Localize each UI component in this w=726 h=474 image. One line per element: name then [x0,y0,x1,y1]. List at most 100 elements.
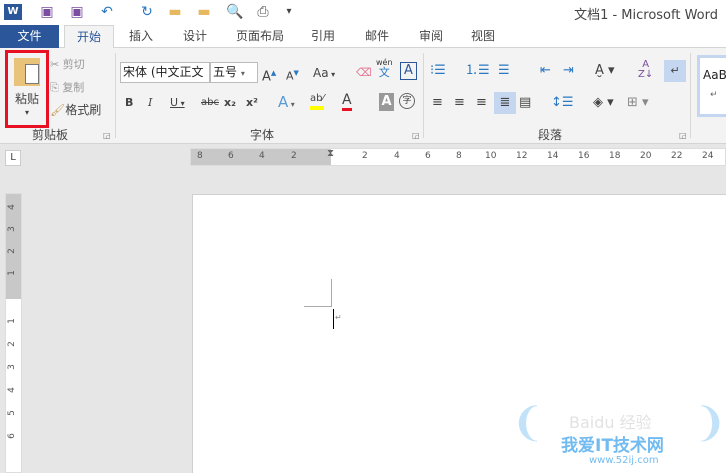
tab-file[interactable]: 文件 [0,25,59,48]
show-marks-button[interactable]: ↵ [664,60,686,82]
ruler-tick: 5 [6,410,17,416]
tab-home[interactable]: 开始 [64,25,114,49]
align-center-button[interactable]: ≡ [454,94,465,112]
bullets-button[interactable]: ⁝☰ [430,62,446,80]
increase-indent-button[interactable]: ⇥ [563,62,574,80]
strikethrough-button[interactable]: abc [201,94,219,112]
format-painter-button[interactable]: 🖌格式刷 [50,101,101,119]
shrink-font-icon[interactable]: A▼ [286,64,299,86]
wing-right-icon: ❩ [693,400,726,446]
tab-design[interactable]: 设计 [172,25,218,48]
clear-formatting-icon[interactable]: ⌫ [356,64,372,82]
tab-mailings[interactable]: 邮件 [354,25,400,48]
tab-selector[interactable]: L [5,150,21,166]
subscript-button[interactable]: x₂ [224,94,236,112]
margin-corner-mark [304,279,332,307]
multilevel-list-button[interactable]: ☰ [498,62,510,80]
underline-button[interactable]: U ▾ [170,94,185,113]
copy-button[interactable]: ⎘ 复制 [50,79,84,97]
char-shading-button[interactable]: A [379,93,394,111]
ruler-tick: 3 [6,364,17,370]
divider [115,53,116,138]
font-color-button[interactable]: A [342,93,352,111]
ruler-tick: 6 [425,151,431,161]
numbering-button[interactable]: ⒈☰ [465,62,490,80]
char-border-button[interactable]: A [400,62,417,80]
decrease-indent-button[interactable]: ⇤ [540,62,551,80]
ruler-tick: 4 [6,204,17,210]
font-name-value: 宋体 (中文正文 [123,65,204,79]
tab-review[interactable]: 审阅 [408,25,454,48]
paste-button[interactable]: 粘贴 ▾ [10,54,44,124]
tab-view[interactable]: 视图 [460,25,506,48]
text-effects-button[interactable]: A ▾ [278,93,295,114]
font-name-select[interactable]: 宋体 (中文正文 [120,62,210,83]
document-page[interactable]: ↵ ❨ ❩ Baidu 经验 我爱IT技术网 www.52ij.com [192,194,726,473]
ribbon: 粘贴 ▾ ✂ 剪切 ⎘ 复制 🖌格式刷 剪贴板 ◲ 宋体 (中文正文 五号 ▾ … [0,48,726,144]
tab-layout[interactable]: 页面布局 [228,25,292,48]
enclose-characters-button[interactable]: 字 [399,93,415,109]
borders-button[interactable]: ⊞ ▾ [627,94,649,112]
tab-references[interactable]: 引用 [302,25,344,48]
ruler-tick: 1 [6,318,17,324]
ruler-tick: 16 [578,151,590,161]
phonetic-guide-button[interactable]: wén 文 [376,58,393,79]
cut-button[interactable]: ✂ 剪切 [50,56,85,74]
style-mark: ↵ [710,90,718,100]
vertical-ruler[interactable]: 4 3 2 1 1 2 3 4 5 6 [5,193,22,473]
paragraph-launcher-icon[interactable]: ◲ [679,131,687,140]
print-preview-icon[interactable]: 🔍 [226,4,244,20]
divider [423,53,424,138]
superscript-button[interactable]: x² [246,94,258,112]
folder-icon[interactable]: ▬ [195,4,213,20]
font-group-label: 字体 [250,128,275,142]
ruler-tick: 1 [6,270,17,276]
paste-label: 粘贴 [14,92,39,106]
change-case-label: Aa [313,66,329,80]
horizontal-ruler[interactable]: 8 6 4 2 ⧗ 2 4 6 8 10 12 14 16 18 20 22 2… [190,148,726,166]
shading-button[interactable]: ◈ ▾ [593,94,614,112]
undo-icon[interactable]: ↶ [98,4,116,20]
redo-icon[interactable]: ↻ [138,4,156,20]
tab-insert[interactable]: 插入 [118,25,164,48]
open-folder-icon[interactable]: ▬ [166,4,184,20]
font-size-value: 五号 [213,65,238,79]
align-left-button[interactable]: ≡ [432,94,443,112]
watermark: ❨ ❩ Baidu 经验 我爱IT技术网 www.52ij.com [511,395,726,474]
paste-dropdown-icon[interactable]: ▾ [10,108,44,118]
ruler-tick: 2 [291,151,297,161]
underline-label: U [170,96,179,109]
align-right-button[interactable]: ≡ [476,94,487,112]
ruler-tick: 2 [362,151,368,161]
customize-quick-access-icon[interactable]: ▾ [280,4,298,20]
watermark-text: 我爱IT技术网 [561,436,664,456]
bold-button[interactable]: B [125,94,133,112]
clipboard-launcher-icon[interactable]: ◲ [103,131,111,140]
change-case-button[interactable]: Aa ▾ [313,64,335,84]
ribbon-tabs: 文件 开始 插入 设计 页面布局 引用 邮件 审阅 视图 [0,25,726,49]
line-spacing-button[interactable]: ↕☰ [551,94,574,112]
font-size-select[interactable]: 五号 ▾ [210,62,258,83]
distributed-button[interactable]: ▤ [519,94,531,112]
sort-button[interactable]: A Z↓ [638,60,653,80]
watermark-brand: Baidu 经验 [569,413,652,432]
ruler-tick: 22 [671,151,683,161]
cut-label: 剪切 [62,58,85,71]
ruler-tick: 6 [228,151,234,161]
font-launcher-icon[interactable]: ◲ [412,131,420,140]
save-as-icon[interactable]: ▣ [68,4,86,20]
justify-button[interactable]: ≣ [494,92,516,114]
printer-icon[interactable]: ⎙ [254,4,272,20]
title-bar: W ▣ ▣ ↶ ↻ ▬ ▬ 🔍 ⎙ ▾ 文档1 - Microsoft Word [0,0,726,25]
ruler-tick: 2 [6,248,17,254]
asian-layout-button[interactable]: A̮ ▾ [595,62,615,80]
indent-marker-icon[interactable]: ⧗ [327,148,334,159]
style-normal[interactable]: AaB ↵ [697,55,726,117]
save-icon[interactable]: ▣ [38,4,56,20]
ruler-tick: 4 [259,151,265,161]
ruler-tick: 20 [640,151,652,161]
highlight-color-button[interactable]: ab⁄ [310,92,325,110]
grow-font-icon[interactable]: A▲ [262,64,276,86]
ruler-tick: 4 [394,151,400,161]
italic-button[interactable]: I [148,94,152,112]
